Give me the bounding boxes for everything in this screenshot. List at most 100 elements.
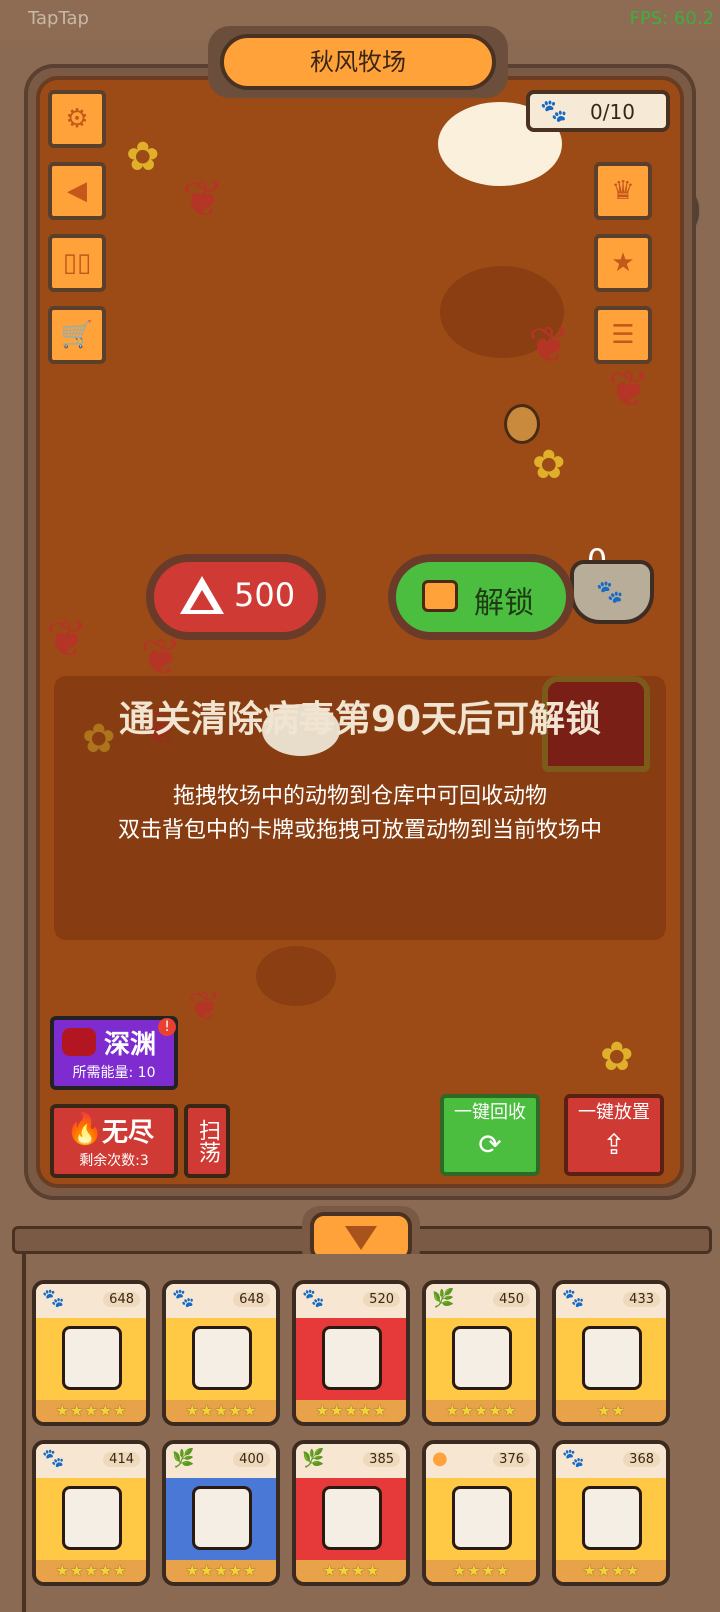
unlock-label: 解锁 [474,586,534,621]
card-body [556,1478,666,1568]
clipboard-icon: ☰ [611,320,635,350]
abyss-label: 深渊 [104,1030,157,1060]
ad-unlock-button[interactable]: 解锁 [388,554,574,640]
animal-card[interactable]: ● 376 ★★★★ [422,1440,540,1586]
animal-icon [192,1326,252,1390]
card-stars: ★★★★ [556,1560,666,1582]
recycle-label: 一键回收 [454,1102,526,1123]
gem-icon [180,576,224,614]
ranking-button[interactable]: ♛ [594,162,652,220]
lock-message: 通关清除病毒第90天后可解锁 [118,699,602,740]
animal-icon [452,1326,512,1390]
capacity-counter: 🐾 0/10 [526,90,670,132]
card-body [556,1318,666,1408]
leaf-icon: 🌿 [432,1288,455,1309]
demon-icon [62,1028,96,1056]
maple-leaf-icon: ❦ [608,360,650,418]
animal-icon [62,1486,122,1550]
food-bowl[interactable]: 🐾 [570,560,654,624]
card-stars: ★★★★★ [426,1400,536,1422]
card-body [166,1478,276,1568]
guide-button[interactable]: ▯▯ [48,234,106,292]
maple-leaf-icon: ❦ [46,610,88,668]
maple-leaf-icon: ✿ [600,1034,634,1080]
card-body [426,1478,536,1568]
star-icon: ★ [611,248,635,278]
triangle-down-icon [345,1226,377,1250]
card-power: 520 [363,1292,400,1307]
endless-remaining: 剩余次数:3 [79,1153,149,1169]
maple-leaf-icon: ❦ [182,170,224,228]
cost-value: 500 [234,576,296,614]
tasks-button[interactable]: ☰ [594,306,652,364]
card-power: 648 [233,1292,270,1307]
maple-leaf-icon: ✿ [532,442,566,488]
paw-icon: 🐾 [172,1288,195,1309]
animal-card[interactable]: 🐾 433 ★★ [552,1280,670,1426]
paw-icon: 🐾 [596,580,624,605]
card-power: 450 [493,1292,530,1307]
card-power: 400 [233,1452,270,1467]
cart-icon: 🛒 [60,320,94,350]
card-body [296,1318,406,1408]
leaf-icon: 🌿 [302,1448,325,1469]
card-stars: ★★★★★ [296,1400,406,1422]
card-power: 433 [623,1292,660,1307]
animal-icon [322,1486,382,1550]
card-stars: ★★★★ [426,1560,536,1582]
card-stars: ★★★★★ [36,1560,146,1582]
maple-leaf-icon: ✿ [126,134,160,180]
place-label: 一键放置 [578,1102,650,1123]
favorite-button[interactable]: ★ [594,234,652,292]
egg-icon: ● [432,1448,448,1469]
tip-line: 拖拽牧场中的动物到仓库中可回收动物 [172,784,547,809]
card-stars: ★★★★★ [166,1560,276,1582]
animal-card[interactable]: 🐾 648 ★★★★★ [32,1280,150,1426]
acorn-icon [504,404,540,444]
endless-label: 无尽 [102,1118,155,1148]
card-body [36,1478,146,1568]
animal-card[interactable]: 🌿 385 ★★★★ [292,1440,410,1586]
unlock-cost-button[interactable]: 500 [146,554,326,640]
animal-icon [322,1326,382,1390]
cloud-shadow-icon [256,946,336,1006]
card-stars: ★★ [556,1400,666,1422]
animal-card[interactable]: 🐾 648 ★★★★★ [162,1280,280,1426]
card-stars: ★★★★★ [36,1400,146,1422]
animal-icon [582,1486,642,1550]
fire-icon: 🔥 [66,1112,104,1147]
card-power: 648 [103,1292,140,1307]
endless-mode-button[interactable]: 🔥 无尽 剩余次数:3 [50,1104,178,1178]
paw-icon: 🐾 [562,1288,585,1309]
settings-button[interactable]: ⚙ [48,90,106,148]
card-body [296,1478,406,1568]
paw-icon: 🐾 [562,1448,585,1469]
place-all-button[interactable]: 一键放置 ⇪ [564,1094,664,1176]
speaker-icon: ◀ [67,176,87,206]
card-stars: ★★★★ [296,1560,406,1582]
upload-icon: ⇪ [602,1128,626,1161]
animal-card[interactable]: 🐾 414 ★★★★★ [32,1440,150,1586]
app-tag: TapTap [28,8,89,29]
book-icon: ▯▯ [62,248,92,278]
gear-icon: ⚙ [65,104,89,134]
refresh-icon: ⟳ [478,1128,502,1161]
animal-card[interactable]: 🌿 400 ★★★★★ [162,1440,280,1586]
maple-leaf-icon: ❦ [528,316,570,374]
crown-icon: ♛ [611,176,635,206]
card-power: 414 [103,1452,140,1467]
card-power: 385 [363,1452,400,1467]
shop-button[interactable]: 🛒 [48,306,106,364]
sound-button[interactable]: ◀ [48,162,106,220]
animal-icon [192,1486,252,1550]
animal-icon [62,1326,122,1390]
sweep-button[interactable]: 扫荡 [184,1104,230,1178]
abyss-energy: 所需能量: 10 [72,1065,156,1081]
animal-card[interactable]: 🌿 450 ★★★★★ [422,1280,540,1426]
recycle-all-button[interactable]: 一键回收 ⟳ [440,1094,540,1176]
alert-badge: ! [158,1018,176,1036]
fps-counter: FPS: 60.2 [629,8,715,29]
animal-card[interactable]: 🐾 520 ★★★★★ [292,1280,410,1426]
video-icon [422,580,458,612]
animal-card[interactable]: 🐾 368 ★★★★ [552,1440,670,1586]
